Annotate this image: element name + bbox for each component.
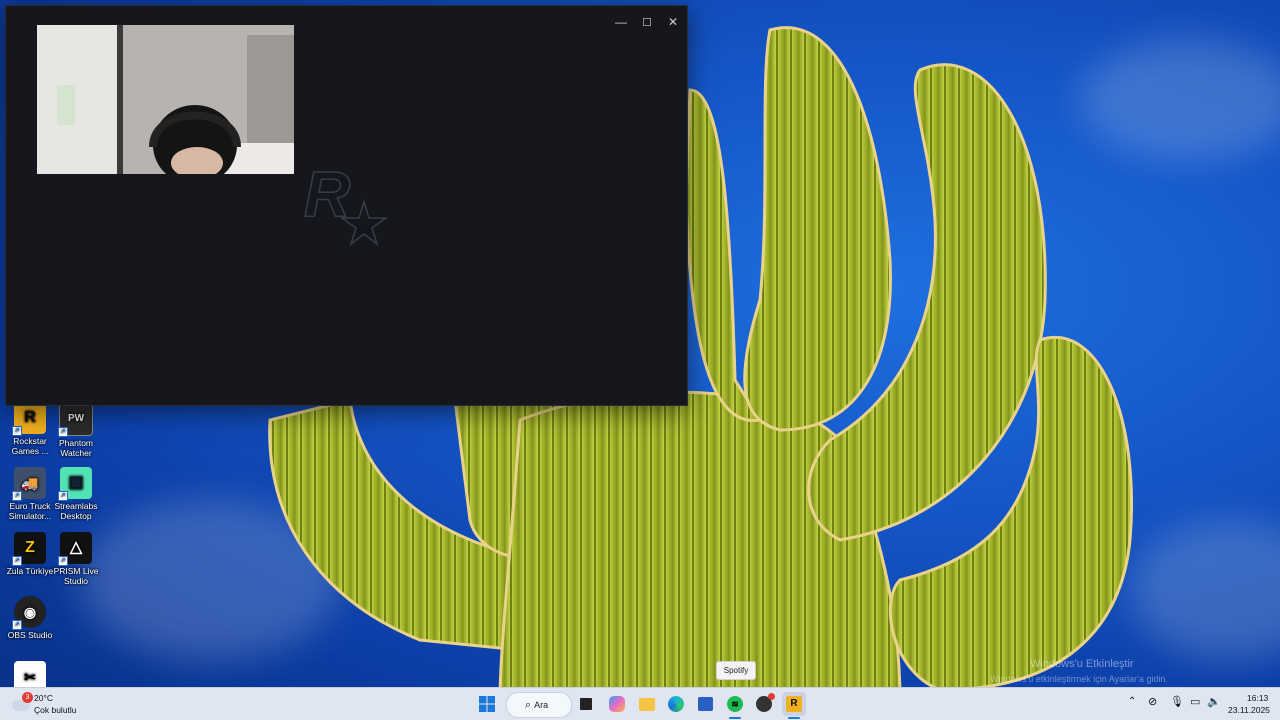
chat-app-icon bbox=[756, 693, 775, 712]
display-icon[interactable]: ▭ bbox=[1190, 695, 1200, 708]
weather-temp: 20°C bbox=[34, 693, 53, 703]
rockstar-launcher-icon: R bbox=[786, 696, 802, 712]
maximize-button[interactable]: ☐ bbox=[634, 12, 660, 32]
desktop-icon-label: PRISM Live Studio bbox=[53, 566, 99, 586]
desktop-icon-label: Phantom Watcher bbox=[58, 438, 94, 458]
network-off-icon[interactable]: ⊘ bbox=[1148, 695, 1157, 708]
spotify-button[interactable]: ≋ bbox=[723, 692, 747, 716]
activation-watermark-sub: Windows'u etkinleştirmek için Ayarlar'a … bbox=[990, 674, 1168, 684]
weather-badge: 3 bbox=[22, 692, 33, 703]
zula-icon: Z ↗ bbox=[12, 532, 46, 566]
truck-icon: 🚚 ↗ bbox=[12, 467, 46, 501]
desktop-icon-prism[interactable]: △ ↗ PRISM Live Studio bbox=[46, 532, 106, 586]
prism-icon: △ ↗ bbox=[58, 532, 92, 566]
microphone-icon[interactable]: 🎙 bbox=[1170, 695, 1184, 708]
rockstar-launcher-button[interactable]: R bbox=[782, 692, 806, 716]
webcam-image bbox=[37, 25, 294, 174]
desktop-icon-streamlabs[interactable]: ▣ ↗ Streamlabs Desktop bbox=[46, 467, 106, 521]
active-indicator bbox=[729, 717, 741, 719]
obs-icon: ◉ ↗ bbox=[12, 596, 46, 630]
task-view-icon bbox=[580, 698, 592, 710]
app-window[interactable]: — ☐ ✕ R bbox=[5, 5, 688, 406]
phantom-watcher-icon: PW ↗ bbox=[58, 402, 93, 437]
desktop-icon-label: Streamlabs Desktop bbox=[54, 501, 98, 521]
copilot-icon bbox=[609, 696, 625, 712]
store-button[interactable] bbox=[693, 692, 717, 716]
store-icon bbox=[697, 697, 713, 711]
windows-start-icon bbox=[479, 696, 495, 712]
volume-icon[interactable]: 🔈 bbox=[1207, 695, 1221, 708]
edge-icon bbox=[668, 696, 684, 712]
clock-time[interactable]: 16:13 bbox=[1247, 693, 1268, 703]
close-button[interactable]: ✕ bbox=[660, 12, 686, 32]
chat-app-button[interactable] bbox=[752, 692, 776, 716]
minimize-button[interactable]: — bbox=[608, 12, 634, 32]
search-placeholder: Ara bbox=[534, 700, 549, 710]
activation-watermark-title: Windows'u Etkinleştir bbox=[1030, 658, 1134, 670]
file-explorer-icon bbox=[639, 697, 655, 711]
chevron-up-icon[interactable]: ⌃ bbox=[1128, 696, 1136, 707]
task-view-button[interactable] bbox=[574, 692, 598, 716]
search-box[interactable]: ⌕ Ara bbox=[506, 692, 572, 718]
active-indicator bbox=[788, 717, 800, 719]
streamlabs-icon: ▣ ↗ bbox=[58, 467, 92, 501]
search-icon: ⌕ bbox=[525, 698, 532, 711]
clock-date[interactable]: 23.11.2025 bbox=[1228, 705, 1270, 715]
taskbar: 3 20°C Çok bulutlu ⌕ Ara ≋ R ⌃ ⊘ 🎙 ▭ 🔈 1… bbox=[0, 687, 1280, 720]
desktop-icon-label: OBS Studio bbox=[7, 630, 53, 640]
weather-widget[interactable]: 3 bbox=[10, 692, 33, 714]
weather-desc: Çok bulutlu bbox=[34, 705, 77, 715]
copilot-button[interactable] bbox=[605, 692, 629, 716]
rockstar-logo-icon: R bbox=[303, 158, 389, 247]
spotify-tooltip: Spotify bbox=[716, 661, 756, 680]
file-explorer-button[interactable] bbox=[635, 692, 659, 716]
desktop-icon-phantom-watcher[interactable]: PW ↗ Phantom Watcher bbox=[46, 402, 106, 458]
start-button[interactable] bbox=[475, 692, 499, 716]
spotify-icon: ≋ bbox=[727, 696, 743, 712]
rockstar-icon: R ↗ bbox=[12, 402, 46, 436]
desktop-icon-obs[interactable]: ◉ ↗ OBS Studio bbox=[0, 596, 60, 640]
edge-button[interactable] bbox=[664, 692, 688, 716]
webcam-preview bbox=[37, 25, 294, 174]
